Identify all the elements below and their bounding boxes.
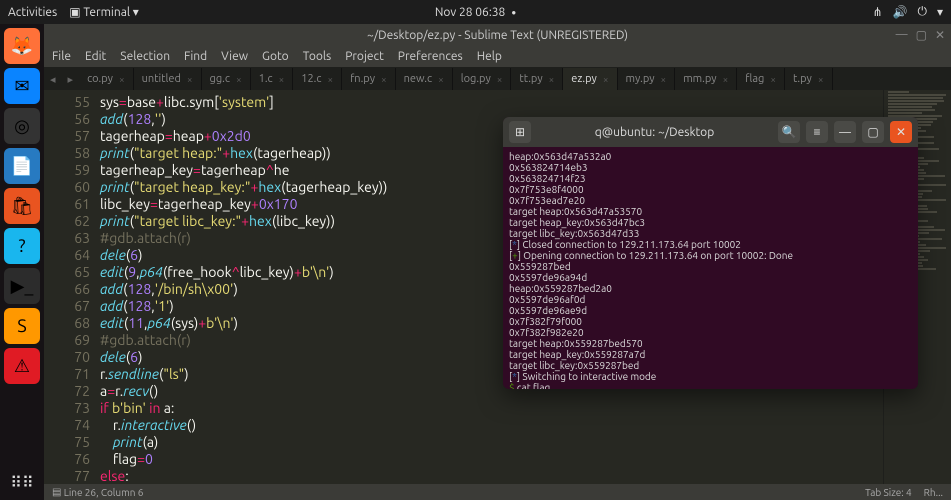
tab-close-icon[interactable]: × <box>381 74 387 85</box>
tab-close-icon[interactable]: × <box>770 74 776 85</box>
close-icon[interactable]: ✕ <box>935 28 945 42</box>
terminal-title: q@ubuntu: ~/Desktop <box>537 126 772 139</box>
status-syntax[interactable]: Rh... <box>924 487 943 498</box>
tab-flag[interactable]: flag× <box>737 68 785 90</box>
tab-co-py[interactable]: co.py× <box>79 68 134 90</box>
search-icon[interactable]: 🔍 <box>778 121 800 143</box>
tab-close-icon[interactable]: × <box>549 74 555 85</box>
menu-goto[interactable]: Goto <box>262 50 289 63</box>
network-icon[interactable]: ⋔ <box>872 5 882 19</box>
dock-writer[interactable]: 📄 <box>4 148 40 184</box>
tab-fn-py[interactable]: fn.py× <box>342 68 396 90</box>
status-tabsize[interactable]: Tab Size: 4 <box>865 487 912 498</box>
minimize-icon[interactable]: — <box>896 28 908 42</box>
tab-close-icon[interactable]: × <box>187 74 193 85</box>
status-icon[interactable]: ▤ <box>52 486 61 498</box>
show-apps-icon[interactable]: ⠿⠿ <box>10 473 33 492</box>
tab-nav-fwd-icon[interactable]: ▸ <box>62 73 80 86</box>
dock-report[interactable]: ⚠ <box>4 348 40 384</box>
tab-close-icon[interactable]: × <box>661 74 667 85</box>
app-menu[interactable]: ▣ Terminal ▾ <box>69 5 139 19</box>
system-menu-icon[interactable]: ▾ <box>937 5 943 19</box>
dock-thunderbird[interactable]: ✉ <box>4 68 40 104</box>
tab-close-icon[interactable]: × <box>327 74 333 85</box>
tab-t-py[interactable]: t.py× <box>785 68 833 90</box>
terminal-titlebar: ⊞ q@ubuntu: ~/Desktop 🔍 ≡ — ▢ ✕ <box>503 117 918 147</box>
status-line-col[interactable]: Line 26, Column 6 <box>64 487 144 498</box>
menu-file[interactable]: File <box>52 50 71 63</box>
terminal-body[interactable]: heap:0x563d47a532a00x563824714eb30x56382… <box>503 147 918 389</box>
tab-close-icon[interactable]: × <box>818 74 824 85</box>
menu-icon[interactable]: ≡ <box>806 121 828 143</box>
tab-12-c[interactable]: 12.c× <box>293 68 342 90</box>
tab-1-c[interactable]: 1.c× <box>251 68 294 90</box>
tab-mm-py[interactable]: mm.py× <box>675 68 737 90</box>
tabbar: ◂ ▸ co.py×untitled×gg.c×1.c×12.c×fn.py×n… <box>44 68 951 90</box>
menu-edit[interactable]: Edit <box>85 50 106 63</box>
menu-project[interactable]: Project <box>345 50 384 63</box>
term-close-icon[interactable]: ✕ <box>890 121 912 143</box>
new-tab-button[interactable]: ⊞ <box>509 121 531 143</box>
dock-firefox[interactable]: 🦊 <box>4 28 40 64</box>
tab-ez-py[interactable]: ez.py× <box>563 68 617 90</box>
gutter: 5556575859606162636465666768697071727374… <box>44 90 100 484</box>
menu-help[interactable]: Help <box>477 50 502 63</box>
tab-close-icon[interactable]: × <box>603 74 609 85</box>
window-title: ~/Desktop/ez.py - Sublime Text (UNREGIST… <box>367 29 628 42</box>
menu-find[interactable]: Find <box>184 50 207 63</box>
tab-untitled[interactable]: untitled× <box>134 68 202 90</box>
tab-gg-c[interactable]: gg.c× <box>202 68 251 90</box>
activities-button[interactable]: Activities <box>8 6 57 19</box>
dock-help[interactable]: ? <box>4 228 40 264</box>
tab-new-c[interactable]: new.c× <box>396 68 453 90</box>
menu-view[interactable]: View <box>221 50 248 63</box>
tab-nav-back-icon[interactable]: ◂ <box>44 73 62 86</box>
tab-log-py[interactable]: log.py× <box>453 68 512 90</box>
tab-close-icon[interactable]: × <box>438 74 444 85</box>
tab-close-icon[interactable]: × <box>497 74 503 85</box>
tab-tt-py[interactable]: tt.py× <box>511 68 563 90</box>
power-icon[interactable]: ⏻ <box>917 5 927 19</box>
term-minimize-icon[interactable]: — <box>834 121 856 143</box>
window-titlebar: ~/Desktop/ez.py - Sublime Text (UNREGIST… <box>44 24 951 46</box>
tab-close-icon[interactable]: × <box>236 74 242 85</box>
term-maximize-icon[interactable]: ▢ <box>862 121 884 143</box>
dock-rhythmbox[interactable]: ◎ <box>4 108 40 144</box>
statusbar: ▤ Line 26, Column 6 Tab Size: 4 Rh... <box>44 484 951 500</box>
volume-icon[interactable]: 🔊 <box>893 5 908 19</box>
dock-sublime[interactable]: S <box>4 308 40 344</box>
tab-close-icon[interactable]: × <box>723 74 729 85</box>
clock[interactable]: Nov 28 06:38 <box>435 6 505 19</box>
dock-terminal[interactable]: ▶_ <box>4 268 40 304</box>
menubar: File Edit Selection Find View Goto Tools Projec… <box>44 46 951 68</box>
terminal-window: ⊞ q@ubuntu: ~/Desktop 🔍 ≡ — ▢ ✕ heap:0x5… <box>503 117 918 389</box>
menu-tools[interactable]: Tools <box>303 50 332 63</box>
tab-close-icon[interactable]: × <box>279 74 285 85</box>
tab-close-icon[interactable]: × <box>119 74 125 85</box>
dock-software[interactable]: 🛍 <box>4 188 40 224</box>
tab-my-py[interactable]: my.py× <box>618 68 676 90</box>
maximize-icon[interactable]: ▢ <box>916 28 927 42</box>
menu-preferences[interactable]: Preferences <box>398 50 463 63</box>
dock: 🦊 ✉ ◎ 📄 🛍 ? ▶_ S ⚠ ⠿⠿ <box>0 24 44 500</box>
gnome-topbar: Activities ▣ Terminal ▾ Nov 28 06:38● ⋔ … <box>0 0 951 24</box>
menu-selection[interactable]: Selection <box>120 50 170 63</box>
